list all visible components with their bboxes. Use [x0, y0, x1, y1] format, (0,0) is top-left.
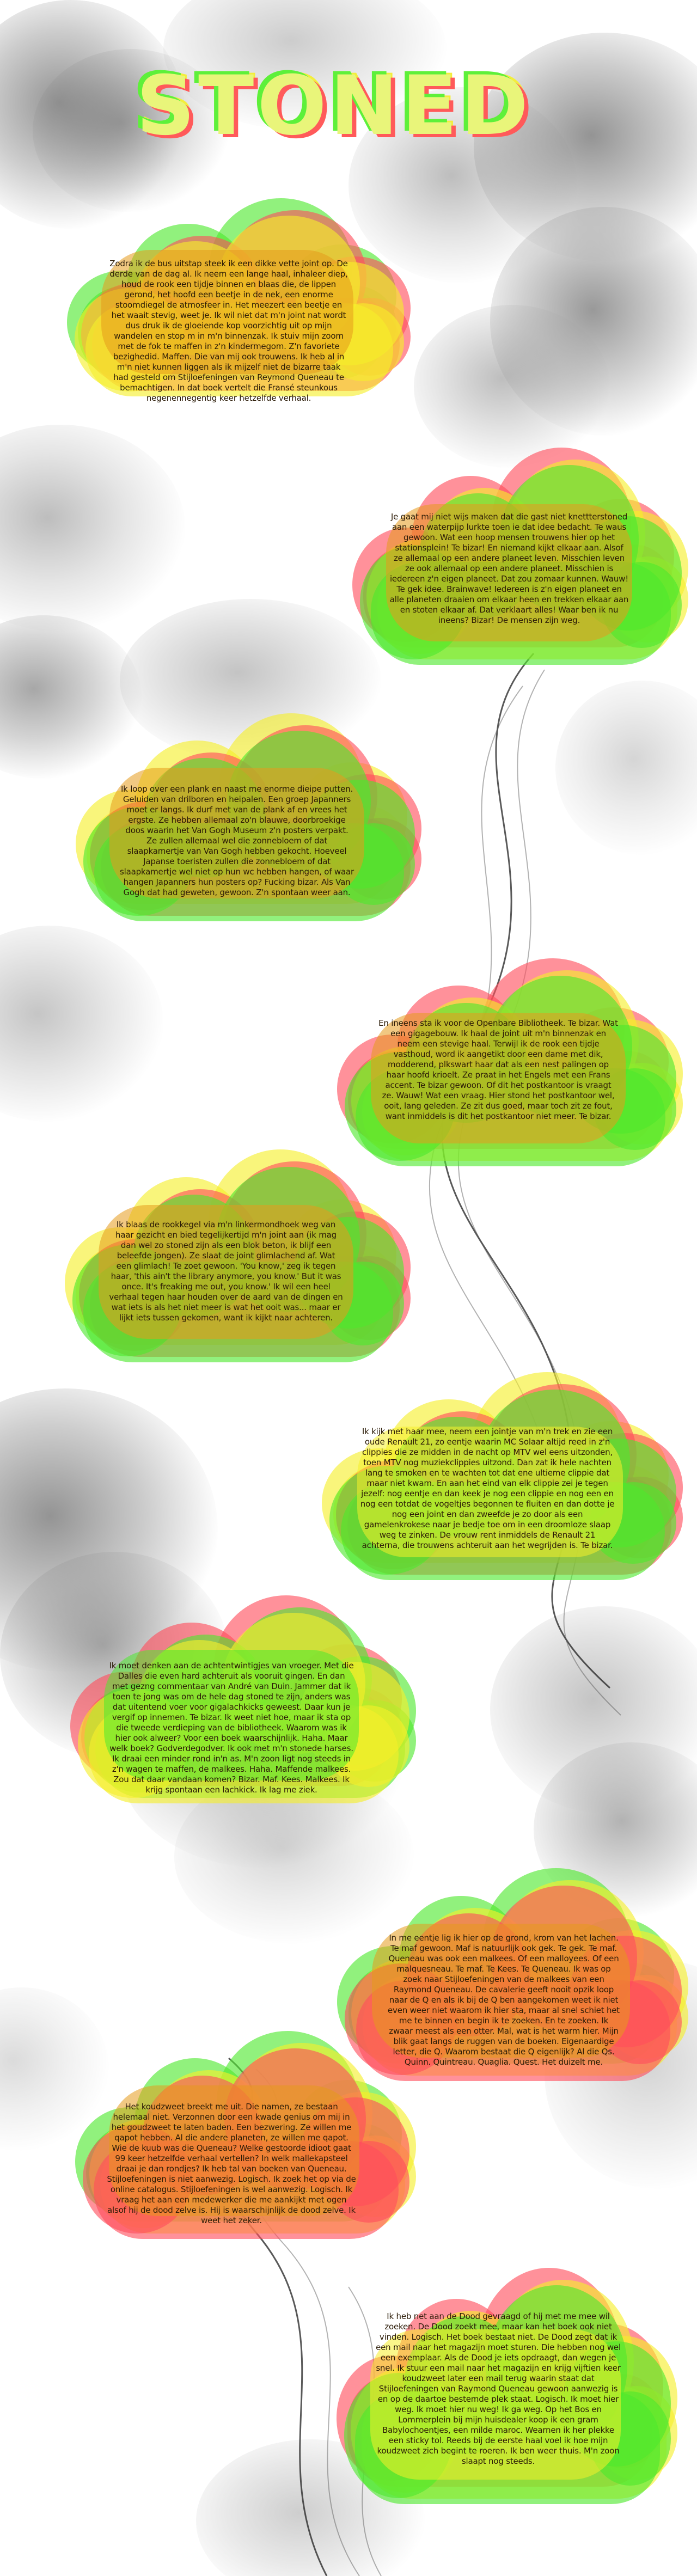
story-text-3: Ik loop over een plank en naast me enorm…: [120, 784, 354, 897]
site-title: STONED: [136, 59, 532, 154]
story-cloud-6: Ik kijk met haar mee, neem een jointje v…: [305, 1361, 683, 1580]
story-text-10: Ik heb net aan de Dood gevraagd of hij m…: [376, 2311, 621, 2466]
story-text-8: In me eentje lig ik hier op de grond, kr…: [388, 1933, 620, 2067]
story-text-7: Ik moet denken aan de achtentwintigjes v…: [109, 1661, 354, 1795]
story-text-9: Het koudzweet breekt me uit. Die namen, …: [107, 2102, 356, 2225]
page-canvas: STONED Zodra ik de bus uitstap steek ik …: [0, 0, 697, 2576]
story-cloud-1: Zodra ik de bus uitstap steek ik een dik…: [52, 188, 411, 403]
story-cloud-2: Je gaat mij niet wijs maken dat die gast…: [338, 436, 688, 665]
story-cloud-10: Ik heb net aan de Dood gevraagd of hij m…: [321, 2254, 677, 2505]
story-text-1: Zodra ik de bus uitstap steek ik een dik…: [109, 259, 348, 403]
story-cloud-3: Ik loop over een plank en naast me enorm…: [60, 702, 421, 921]
story-text-4: En ineens sta ik voor de Openbare Biblio…: [378, 1018, 618, 1121]
story-cloud-7: Ik moet denken aan de achtentwintigjes v…: [54, 1584, 416, 1803]
story-text-2: Je gaat mij niet wijs maken dat die gast…: [389, 512, 629, 625]
story-text-6: Ik kijk met haar mee, neem een jointje v…: [360, 1427, 615, 1550]
story-cloud-4: En ineens sta ik voor de Openbare Biblio…: [321, 947, 683, 1166]
story-cloud-5: Ik blaas de rookkegel via m'n linkermond…: [49, 1138, 411, 1362]
story-cloud-9: Het koudzweet breekt me uit. Die namen, …: [60, 2020, 416, 2239]
story-text-5: Ik blaas de rookkegel via m'n linkermond…: [109, 1220, 343, 1323]
